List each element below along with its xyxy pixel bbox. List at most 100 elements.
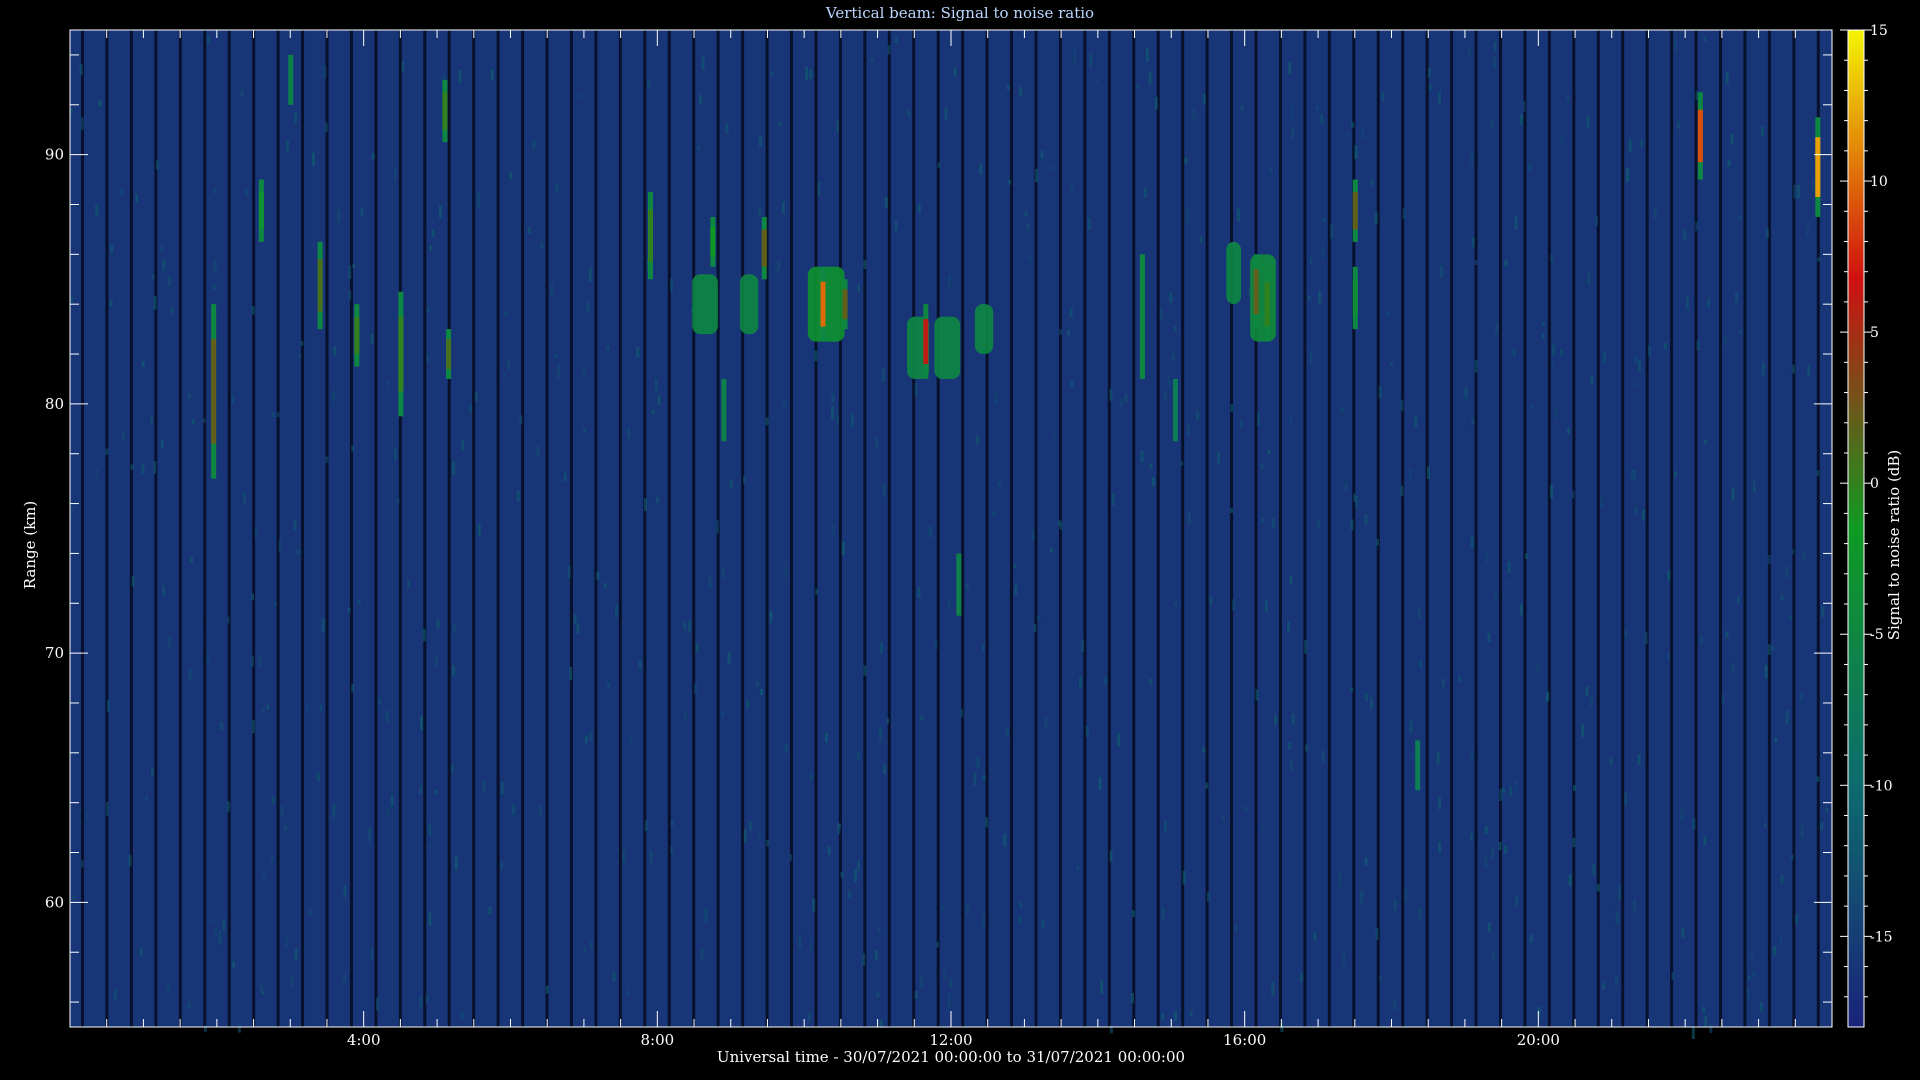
- noise-cell: [907, 109, 911, 117]
- scan-gap: [1450, 30, 1454, 1027]
- scan-gap: [643, 30, 647, 1027]
- noise-cell: [1131, 910, 1135, 918]
- noise-cell: [809, 69, 813, 79]
- noise-cell: [323, 65, 327, 78]
- noise-cell: [206, 652, 210, 663]
- scan-gap: [1425, 30, 1429, 1027]
- noise-cell: [1375, 539, 1379, 546]
- noise-cell: [1491, 849, 1495, 859]
- noise-cell: [879, 729, 883, 742]
- noise-cell: [1825, 807, 1829, 814]
- noise-cell: [141, 463, 145, 475]
- noise-cell: [1375, 928, 1379, 941]
- noise-cell: [729, 479, 733, 489]
- noise-cell: [1648, 345, 1652, 357]
- noise-cell: [1817, 257, 1821, 262]
- noise-cell: [1633, 899, 1637, 912]
- noise-cell: [1239, 419, 1243, 428]
- noise-cell: [296, 549, 300, 555]
- noise-cell: [1738, 214, 1742, 221]
- noise-cell: [1780, 874, 1784, 885]
- noise-cell: [1638, 359, 1642, 373]
- noise-cell: [704, 908, 708, 923]
- noise-cell: [545, 985, 549, 994]
- noise-cell: [1568, 874, 1572, 886]
- noise-cell: [743, 476, 747, 484]
- noise-cell: [1340, 406, 1344, 414]
- noise-cell: [488, 906, 492, 915]
- noise-cell: [837, 823, 841, 835]
- noise-cell: [721, 712, 725, 717]
- scan-gap: [936, 30, 940, 1027]
- noise-cell: [928, 525, 932, 538]
- noise-cell: [1180, 461, 1184, 466]
- noise-cell: [385, 710, 389, 723]
- noise-cell: [258, 656, 262, 667]
- echo-streak-core: [842, 289, 848, 320]
- noise-cell: [1581, 724, 1585, 738]
- noise-cell: [167, 275, 171, 287]
- noise-cell: [1206, 892, 1210, 902]
- noise-cell: [1309, 257, 1313, 265]
- noise-cell: [113, 988, 117, 1002]
- noise-cell: [1703, 37, 1707, 42]
- scan-gap: [447, 30, 451, 1027]
- echo-streak-edge: [354, 304, 360, 367]
- noise-cell: [1307, 295, 1311, 301]
- noise-cell: [95, 468, 99, 478]
- x-tick-label: 16:00: [1223, 1031, 1266, 1049]
- noise-cell: [1667, 653, 1671, 659]
- noise-cell: [1085, 725, 1089, 737]
- noise-cell: [1536, 663, 1540, 674]
- scan-gap: [1303, 30, 1307, 1027]
- noise-cell: [371, 153, 375, 160]
- noise-cell: [874, 950, 878, 961]
- noise-cell: [976, 757, 980, 768]
- noise-cell: [1192, 107, 1196, 121]
- noise-cell: [1811, 180, 1815, 191]
- scan-gap: [985, 30, 989, 1027]
- echo-streak-edge: [923, 304, 929, 379]
- scan-gap: [1401, 30, 1405, 1027]
- noise-cell: [251, 593, 255, 601]
- snr-figure: Vertical beam: Signal to noise ratio Ran…: [0, 0, 1920, 1080]
- noise-cell: [474, 391, 478, 402]
- noise-cell: [206, 621, 210, 627]
- colorbar-tick-label: -5: [1870, 627, 1884, 643]
- noise-cell: [262, 872, 266, 878]
- noise-cell: [654, 378, 658, 391]
- noise-cell: [992, 511, 996, 517]
- noise-cell: [1033, 624, 1037, 633]
- noise-cell: [110, 244, 114, 254]
- noise-cell: [649, 850, 653, 864]
- noise-cell: [973, 772, 977, 786]
- noise-cell: [1342, 952, 1346, 966]
- noise-cell: [368, 827, 372, 842]
- noise-cell: [1289, 759, 1293, 772]
- noise-cell: [167, 635, 171, 649]
- echo-streak-core: [710, 226, 716, 257]
- noise-cell: [1104, 677, 1108, 686]
- noise-cell: [1541, 333, 1545, 339]
- noise-cell: [1546, 691, 1550, 702]
- scan-gap: [741, 30, 745, 1027]
- noise-cell: [850, 413, 854, 428]
- noise-cell: [250, 655, 254, 667]
- noise-cell: [1411, 752, 1415, 759]
- noise-cell: [1320, 113, 1324, 125]
- noise-cell: [1551, 361, 1555, 367]
- noise-cell: [1727, 159, 1731, 167]
- noise-cell: [1240, 105, 1244, 112]
- noise-cell: [1174, 1011, 1178, 1022]
- noise-cell: [1414, 416, 1418, 428]
- noise-cell: [1502, 788, 1506, 793]
- noise-cell: [427, 306, 431, 313]
- echo-streak-edge: [398, 291, 404, 417]
- noise-cell: [1653, 207, 1657, 219]
- noise-cell: [651, 409, 655, 415]
- noise-cell: [1269, 166, 1273, 174]
- noise-cell: [701, 56, 705, 71]
- noise-cell: [1205, 782, 1209, 789]
- noise-cell: [1014, 585, 1018, 595]
- scan-gap: [129, 30, 133, 1027]
